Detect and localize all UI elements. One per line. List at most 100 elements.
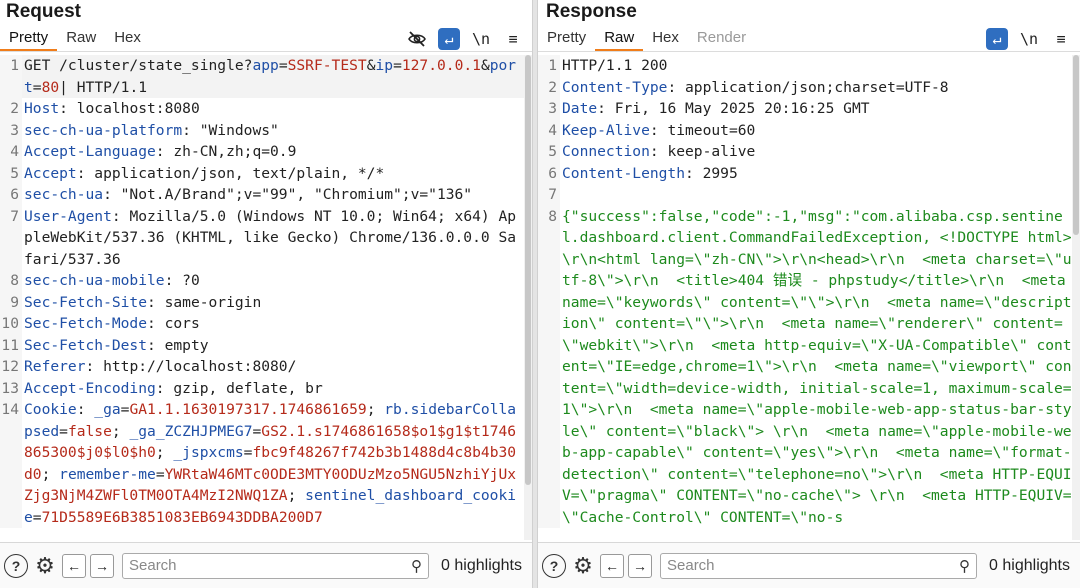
response-pane: Response Pretty Raw Hex Render ↵ \n ≡ 1H…: [538, 0, 1080, 588]
line-text: Content-Length: 2995: [560, 163, 1072, 185]
line-number: 1: [0, 55, 22, 98]
line-text: User-Agent: Mozilla/5.0 (Windows NT 10.0…: [22, 206, 524, 271]
code-token: =: [32, 508, 42, 526]
arrow-left-icon[interactable]: ←: [62, 553, 86, 578]
line-number: 5: [0, 162, 22, 184]
response-editor[interactable]: 1 HTTP/1.1 200 2 Content-Type: application/…: [538, 55, 1072, 540]
code-token: =: [393, 57, 402, 74]
code-line: 11 Sec-Fetch-Dest: empty: [0, 334, 524, 356]
code-token: Accept: [24, 164, 77, 182]
code-token: : "Not.A/Brand";v="99", "Chromium";v="13…: [103, 186, 473, 203]
code-line: 8 {"success":false,"code":-1,"msg":"com.a…: [538, 205, 1072, 529]
tab-pretty[interactable]: Pretty: [0, 27, 58, 51]
line-text: {"success":false,"code":-1,"msg":"com.al…: [560, 206, 1072, 529]
code-token: : http://localhost:8080/: [85, 358, 297, 375]
gear-icon[interactable]: ⚙: [32, 553, 58, 579]
line-text: Keep-Alive: timeout=60: [560, 120, 1072, 142]
wrap-icon[interactable]: ↵: [986, 28, 1008, 50]
line-number: 7: [538, 184, 560, 206]
tab-render[interactable]: Render: [688, 27, 755, 51]
arrow-right-icon[interactable]: →: [90, 553, 114, 578]
tab-hex[interactable]: Hex: [643, 27, 688, 51]
response-search-bar: ? ⚙ ← → ⚲ 0 highlights: [538, 542, 1080, 588]
code-token: 80: [41, 78, 60, 96]
tab-raw[interactable]: Raw: [57, 27, 105, 51]
line-text: HTTP/1.1 200: [560, 55, 1072, 77]
line-text: Host: localhost:8080: [22, 98, 524, 120]
line-number: 4: [0, 141, 22, 163]
menu-icon[interactable]: ≡: [1050, 28, 1072, 50]
code-token: Cookie: [24, 401, 77, 418]
request-tabs: Pretty Raw Hex ↵ \n ≡: [0, 28, 532, 52]
response-scrollbar[interactable]: [1072, 55, 1080, 540]
code-token: ;: [155, 444, 174, 461]
code-token: ip: [375, 57, 394, 74]
code-token: Connection: [562, 143, 650, 160]
line-number: 4: [538, 119, 560, 141]
hide-icon[interactable]: [406, 28, 428, 50]
code-line: 5 Connection: keep-alive: [538, 141, 1072, 163]
code-line: 14 Cookie: _ga = GA1.1.1630197317.174686165…: [0, 399, 524, 528]
line-number: 3: [538, 98, 560, 120]
code-token: Sec-Fetch-Dest: [24, 336, 148, 354]
code-token: : zh-CN,zh;q=0.9: [155, 143, 297, 160]
code-token: Content-Type: [562, 78, 668, 96]
code-line: 10 Sec-Fetch-Mode: cors: [0, 313, 524, 335]
code-token: Accept-Encoding: [24, 379, 156, 397]
line-text: Content-Type: application/json;charset=U…: [560, 77, 1072, 99]
code-line: 4 Keep-Alive: timeout=60: [538, 119, 1072, 142]
search-icon: ⚲: [959, 557, 971, 575]
code-token: app: [252, 57, 279, 74]
code-line: 2 Host: localhost:8080: [0, 98, 524, 120]
code-token: =: [278, 57, 288, 74]
wrap-icon[interactable]: ↵: [438, 28, 460, 50]
code-line: 9 Sec-Fetch-Site: same-origin: [0, 291, 524, 313]
code-token: : timeout=60: [649, 121, 756, 139]
code-token: =: [155, 465, 165, 483]
help-icon[interactable]: ?: [542, 553, 566, 578]
code-line: 6 sec-ch-ua: "Not.A/Brand";v="99", "Chrom…: [0, 184, 524, 206]
gear-icon[interactable]: ⚙: [570, 553, 596, 579]
newline-icon[interactable]: \n: [470, 28, 492, 50]
arrow-left-icon[interactable]: ←: [600, 553, 624, 578]
code-line: 1 GET /cluster/state_single?app=SSRF-TEST…: [0, 55, 524, 98]
line-number: 2: [0, 98, 22, 120]
code-line: 7 User-Agent: Mozilla/5.0 (Windows NT 10.…: [0, 205, 524, 271]
code-token: : empty: [147, 336, 209, 354]
code-token: false: [67, 422, 112, 440]
code-token: : application/json;charset=UTF-8: [667, 78, 949, 96]
newline-icon[interactable]: \n: [1018, 28, 1040, 50]
code-token: Sec-Fetch-Site: [24, 293, 148, 311]
request-editor[interactable]: 1 GET /cluster/state_single?app=SSRF-TEST…: [0, 55, 524, 540]
tab-pretty[interactable]: Pretty: [538, 27, 595, 51]
request-scrollbar[interactable]: [524, 55, 532, 540]
response-highlights: 0 highlights: [989, 556, 1070, 574]
code-token: sec-ch-ua-mobile: [24, 272, 165, 289]
line-number: 14: [0, 399, 22, 528]
line-text: Accept: application/json, text/plain, */…: [22, 163, 524, 185]
tab-hex[interactable]: Hex: [105, 27, 150, 51]
request-search-bar: ? ⚙ ← → ⚲ 0 highlights: [0, 542, 532, 588]
code-token: : localhost:8080: [59, 100, 200, 117]
request-title: Request: [6, 1, 81, 22]
tab-raw[interactable]: Raw: [595, 27, 644, 51]
code-token: : Fri, 16 May 2025 20:16:25 GMT: [597, 100, 870, 117]
line-text: Connection: keep-alive: [560, 141, 1072, 163]
code-token: Content-Length: [562, 164, 686, 182]
request-toolbar: ↵ \n ≡: [406, 28, 524, 50]
line-number: 7: [0, 205, 22, 270]
line-text: [560, 184, 1072, 206]
menu-icon[interactable]: ≡: [502, 28, 524, 50]
line-number: 2: [538, 76, 560, 98]
request-search-input[interactable]: [129, 557, 412, 574]
code-line: 4 Accept-Language: zh-CN,zh;q=0.9: [0, 141, 524, 163]
line-number: 3: [0, 119, 22, 141]
line-text: Accept-Encoding: gzip, deflate, br: [22, 378, 524, 400]
response-search-input[interactable]: [667, 557, 960, 574]
arrow-right-icon[interactable]: →: [628, 553, 652, 578]
code-line: 12 Referer: http://localhost:8080/: [0, 356, 524, 378]
code-token: Sec-Fetch-Mode: [24, 315, 148, 332]
code-line: 3 sec-ch-ua-platform: "Windows": [0, 119, 524, 141]
search-icon: ⚲: [411, 557, 423, 575]
help-icon[interactable]: ?: [4, 553, 28, 578]
